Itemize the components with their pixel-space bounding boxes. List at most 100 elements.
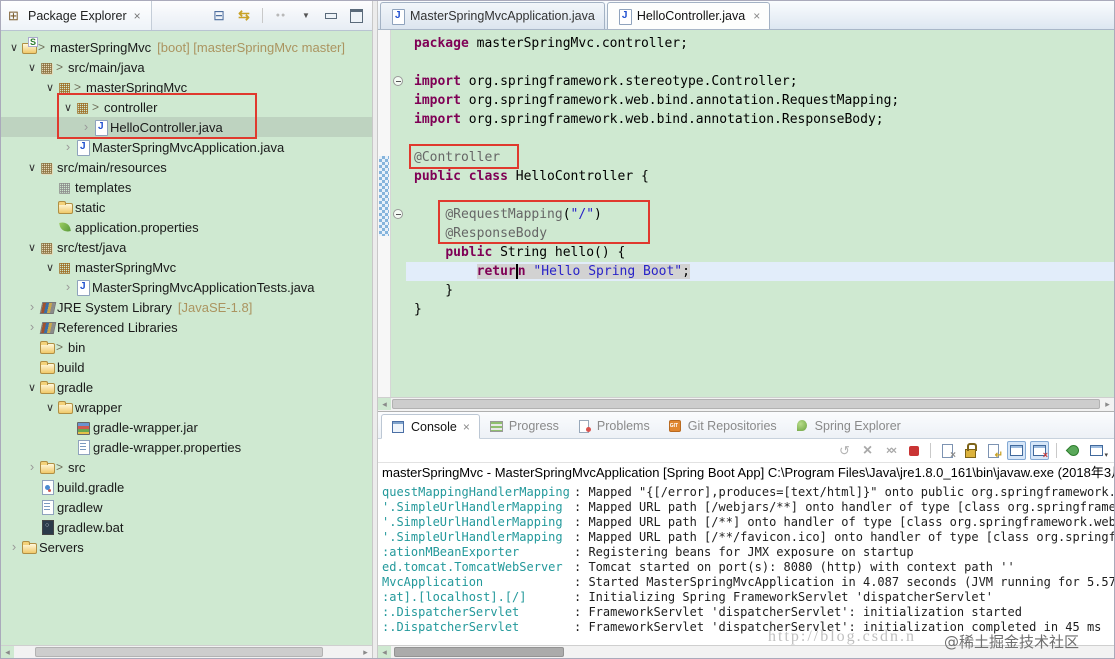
view-menu-icon[interactable]	[296, 7, 316, 25]
chevron-down-icon[interactable]: ∨	[7, 41, 21, 54]
console-tab-progress[interactable]: Progress	[480, 413, 568, 438]
tree-item-masterspringmvcapplication-java[interactable]: › MasterSpringMvcApplication.java	[1, 137, 372, 157]
chevron-right-icon[interactable]: ›	[25, 320, 39, 333]
code-line[interactable]	[414, 186, 1114, 205]
scroll-lock-icon[interactable]	[961, 441, 980, 460]
editor-tab-masterspringmvcapplication-java[interactable]: MasterSpringMvcApplication.java	[380, 2, 605, 29]
chevron-right-icon[interactable]: ›	[25, 300, 39, 313]
tree-item-src-main-java[interactable]: ∨ > src/main/java	[1, 57, 372, 77]
tree-item-servers[interactable]: › Servers	[1, 537, 372, 557]
tree-item-build-gradle[interactable]: build.gradle	[1, 477, 372, 497]
code-line[interactable]: retur n "Hello Spring Boot";	[406, 262, 1114, 281]
chevron-down-icon[interactable]: ∨	[43, 261, 57, 274]
code-line[interactable]: @ResponseBody	[414, 224, 1114, 243]
collapse-toggle-icon[interactable]	[393, 209, 403, 219]
scroll-right-icon[interactable]: ▸	[1101, 398, 1114, 410]
show-stderr-icon[interactable]	[1030, 441, 1049, 460]
scrollbar-thumb[interactable]	[394, 647, 564, 657]
tree-item-gradle-wrapper-properties[interactable]: gradle-wrapper.properties	[1, 437, 372, 457]
console-tab-spring-explorer[interactable]: Spring Explorer	[786, 413, 910, 438]
chevron-down-icon[interactable]: ∨	[25, 381, 39, 394]
scroll-left-icon[interactable]: ◂	[378, 646, 391, 658]
tree-item-jre-system-library[interactable]: › JRE System Library [JavaSE-1.8]	[1, 297, 372, 317]
tree-item-src-main-resources[interactable]: ∨ src/main/resources	[1, 157, 372, 177]
chevron-right-icon[interactable]: ›	[25, 460, 39, 473]
tree-item-application-properties[interactable]: application.properties	[1, 217, 372, 237]
collapse-toggle-icon[interactable]	[393, 76, 403, 86]
chevron-down-icon[interactable]: ∨	[61, 101, 75, 114]
console-tab-console[interactable]: Console ×	[381, 414, 480, 439]
scrollbar-thumb[interactable]	[392, 399, 1100, 409]
chevron-right-icon[interactable]: ›	[61, 140, 75, 153]
tree-item-src-test-java[interactable]: ∨ src/test/java	[1, 237, 372, 257]
close-icon[interactable]: ×	[463, 420, 470, 434]
code-line[interactable]: import org.springframework.web.bind.anno…	[414, 91, 1114, 110]
tree-item-templates[interactable]: templates	[1, 177, 372, 197]
collapse-all-icon[interactable]	[209, 7, 229, 25]
chevron-down-icon[interactable]: ∨	[25, 241, 39, 254]
code-line[interactable]	[414, 53, 1114, 72]
remove-launch-icon[interactable]	[858, 441, 877, 460]
code-line[interactable]: public class HelloController {	[414, 167, 1114, 186]
tree-item-build[interactable]: build	[1, 357, 372, 377]
tree-item-hellocontroller-java[interactable]: › HelloController.java	[1, 117, 372, 137]
focus-on-active-task-icon[interactable]	[271, 7, 291, 25]
tree-item-controller[interactable]: ∨ > controller	[1, 97, 372, 117]
tree-item-masterspringmvcapplicationtests-java[interactable]: › MasterSpringMvcApplicationTests.java	[1, 277, 372, 297]
scroll-left-icon[interactable]: ◂	[378, 398, 391, 410]
tree-item-gradle[interactable]: ∨ gradle	[1, 377, 372, 397]
tree-item-gradlew-bat[interactable]: gradlew.bat	[1, 517, 372, 537]
editor-tab-hellocontroller-java[interactable]: HelloController.java ×	[606, 2, 771, 29]
package-explorer-tab[interactable]: Package Explorer ×	[1, 1, 152, 30]
editor-hscrollbar[interactable]: ◂ ▸	[378, 397, 1114, 411]
code-line[interactable]: package masterSpringMvc.controller;	[414, 34, 1114, 53]
show-stdout-icon[interactable]	[1007, 441, 1026, 460]
clear-console-icon[interactable]	[938, 441, 957, 461]
tree-item-masterspringmvc[interactable]: ∨ > masterSpringMvc [boot] [masterSpringMvc…	[1, 37, 372, 57]
close-icon[interactable]: ×	[134, 9, 141, 23]
scroll-right-icon[interactable]: ▸	[359, 646, 372, 658]
console-tab-git-repositories[interactable]: Git Repositories	[659, 413, 786, 438]
console-log[interactable]: questMappingHandlerMapping: Mapped "{[/e…	[378, 483, 1114, 645]
chevron-down-icon[interactable]: ∨	[43, 401, 57, 414]
code-line[interactable]: import org.springframework.stereotype.Co…	[414, 72, 1114, 91]
chevron-right-icon[interactable]: ›	[61, 280, 75, 293]
close-icon[interactable]: ×	[753, 9, 760, 23]
console-tab-problems[interactable]: Problems	[568, 413, 659, 438]
tree-item-src[interactable]: › > src	[1, 457, 372, 477]
code-line[interactable]: }	[414, 281, 1114, 300]
relaunch-icon[interactable]	[835, 441, 854, 460]
tree-item-wrapper[interactable]: ∨ wrapper	[1, 397, 372, 417]
tree-item-gradle-wrapper-jar[interactable]: gradle-wrapper.jar	[1, 417, 372, 437]
code-line[interactable]: public String hello() {	[414, 243, 1114, 262]
chevron-down-icon[interactable]: ∨	[25, 161, 39, 174]
code-area[interactable]: package masterSpringMvc.controller; impor…	[406, 30, 1114, 397]
maximize-icon[interactable]	[346, 7, 366, 25]
open-console-icon[interactable]	[1087, 441, 1108, 460]
chevron-down-icon[interactable]: ∨	[43, 81, 57, 94]
minimize-icon[interactable]	[321, 7, 341, 25]
code-line[interactable]: }	[414, 300, 1114, 319]
chevron-right-icon[interactable]: ›	[7, 540, 21, 553]
scrollbar-thumb[interactable]	[35, 647, 323, 657]
pin-console-icon[interactable]	[1064, 441, 1083, 460]
link-with-editor-icon[interactable]	[234, 7, 254, 25]
code-line[interactable]: @Controller	[414, 148, 1114, 167]
tree-item-masterspringmvc[interactable]: ∨ masterSpringMvc	[1, 257, 372, 277]
tree-item-gradlew[interactable]: gradlew	[1, 497, 372, 517]
code-line[interactable]: import org.springframework.web.bind.anno…	[414, 110, 1114, 129]
chevron-down-icon[interactable]: ∨	[25, 61, 39, 74]
tree-item-static[interactable]: static	[1, 197, 372, 217]
tree-item-masterspringmvc[interactable]: ∨ > masterSpringMvc	[1, 77, 372, 97]
word-wrap-icon[interactable]	[984, 441, 1003, 461]
code-line[interactable]	[414, 129, 1114, 148]
chevron-right-icon[interactable]: ›	[79, 120, 93, 133]
terminate-icon[interactable]	[904, 441, 923, 460]
remove-all-terminated-icon[interactable]	[881, 441, 900, 460]
scroll-left-icon[interactable]: ◂	[1, 646, 14, 658]
tree-item-bin[interactable]: > bin	[1, 337, 372, 357]
code-line[interactable]: @RequestMapping("/")	[414, 205, 1114, 224]
package-explorer-hscrollbar[interactable]: ◂ ▸	[1, 645, 372, 658]
tree-item-referenced-libraries[interactable]: › Referenced Libraries	[1, 317, 372, 337]
code-editor[interactable]: package masterSpringMvc.controller; impor…	[378, 30, 1114, 397]
